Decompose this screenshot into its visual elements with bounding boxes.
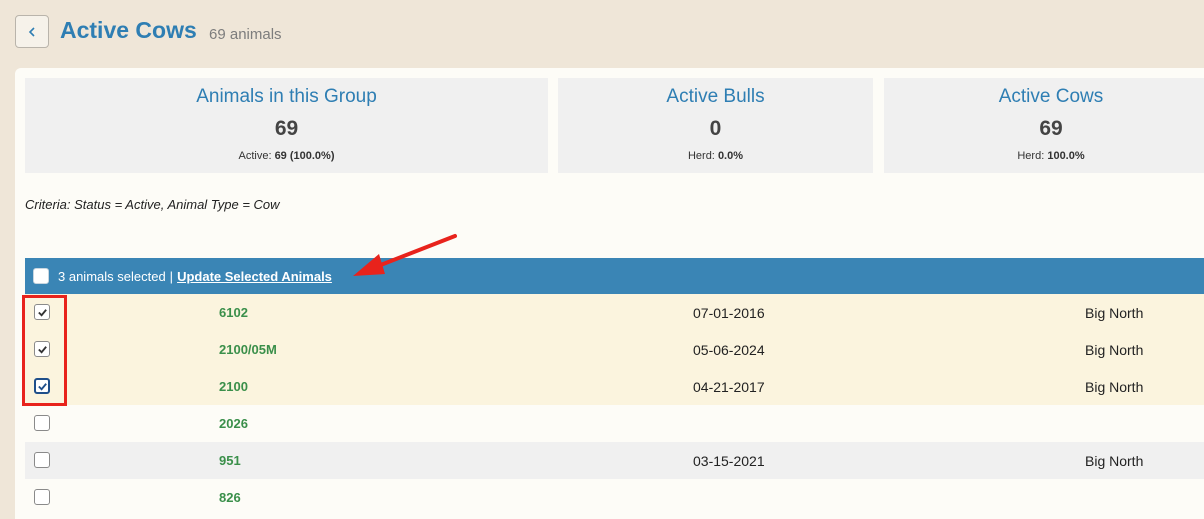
stat-value: 69 [274, 117, 299, 140]
stat-sub: Herd: 100.0% [884, 150, 1204, 162]
select-all-checkbox[interactable] [33, 268, 49, 284]
location: Big North [1085, 453, 1144, 469]
annotation-highlight-box [22, 295, 67, 406]
page-title: Active Cows [60, 17, 197, 43]
main-panel: Animals in this Group 69 Active: 69 (100… [15, 68, 1204, 519]
table-row[interactable]: 951 03-15-2021 Big North [25, 442, 1204, 479]
stat-card-group: Animals in this Group 69 Active: 69 (100… [25, 78, 548, 173]
annotation-arrow-icon [353, 234, 457, 276]
stat-card-bulls: Active Bulls 0 Herd: 0.0% [558, 78, 873, 173]
animal-count: 69 animals [209, 26, 282, 43]
location: Big North [1085, 342, 1144, 358]
stat-title: Active Cows [998, 86, 1104, 107]
stat-sub: Active: 69 (100.0%) [25, 150, 548, 162]
location: Big North [1085, 379, 1144, 395]
birth-date: 05-06-2024 [693, 342, 765, 358]
criteria-text: Criteria: Status = Active, Animal Type =… [25, 197, 280, 212]
table-row[interactable]: 2026 [25, 405, 1204, 442]
stat-value: 69 [1039, 117, 1063, 140]
animal-id-link[interactable]: 2026 [219, 416, 248, 431]
animal-id-link[interactable]: 951 [219, 453, 241, 468]
stat-sub-value: 0.0% [717, 150, 744, 162]
row-checkbox[interactable] [34, 415, 50, 431]
birth-date: 07-01-2016 [693, 305, 765, 321]
stat-sub-label: Herd: [1017, 150, 1045, 162]
birth-date: 03-15-2021 [693, 453, 765, 469]
page-header: Active Cows 69 animals [0, 0, 1204, 66]
animal-id-link[interactable]: 826 [219, 490, 241, 505]
stat-sub-value: 69 (100.0%) [274, 150, 335, 162]
stat-sub-label: Active: [238, 150, 272, 162]
back-button[interactable] [15, 15, 49, 48]
stat-title: Active Bulls [666, 86, 765, 107]
row-checkbox[interactable] [34, 489, 50, 505]
stat-card-cows: Active Cows 69 Herd: 100.0% [884, 78, 1204, 173]
stat-title: Animals in this Group [196, 86, 377, 107]
table-row[interactable]: 826 [25, 479, 1204, 516]
selection-separator: | [169, 268, 174, 284]
animal-id-link[interactable]: 2100/05M [219, 342, 277, 357]
animal-id-link[interactable]: 2100 [219, 379, 248, 394]
chevron-left-icon [28, 26, 35, 37]
location: Big North [1085, 305, 1144, 321]
update-selected-link[interactable]: Update Selected Animals [177, 269, 332, 284]
stat-sub: Herd: 0.0% [558, 150, 873, 162]
table-row[interactable]: 6102 07-01-2016 Big North [25, 294, 1204, 331]
selection-count: 3 animals selected [58, 268, 166, 284]
table-row[interactable]: 2100 04-21-2017 Big North [25, 368, 1204, 405]
animal-id-link[interactable]: 6102 [219, 305, 248, 320]
row-checkbox[interactable] [34, 452, 50, 468]
selection-bar: 3 animals selected | Update Selected Ani… [25, 258, 1204, 294]
stat-sub-value: 100.0% [1047, 150, 1085, 162]
birth-date: 04-21-2017 [693, 379, 765, 395]
table-row[interactable]: 2100/05M 05-06-2024 Big North [25, 331, 1204, 368]
stat-value: 0 [709, 117, 722, 140]
stat-sub-label: Herd: [687, 150, 715, 162]
